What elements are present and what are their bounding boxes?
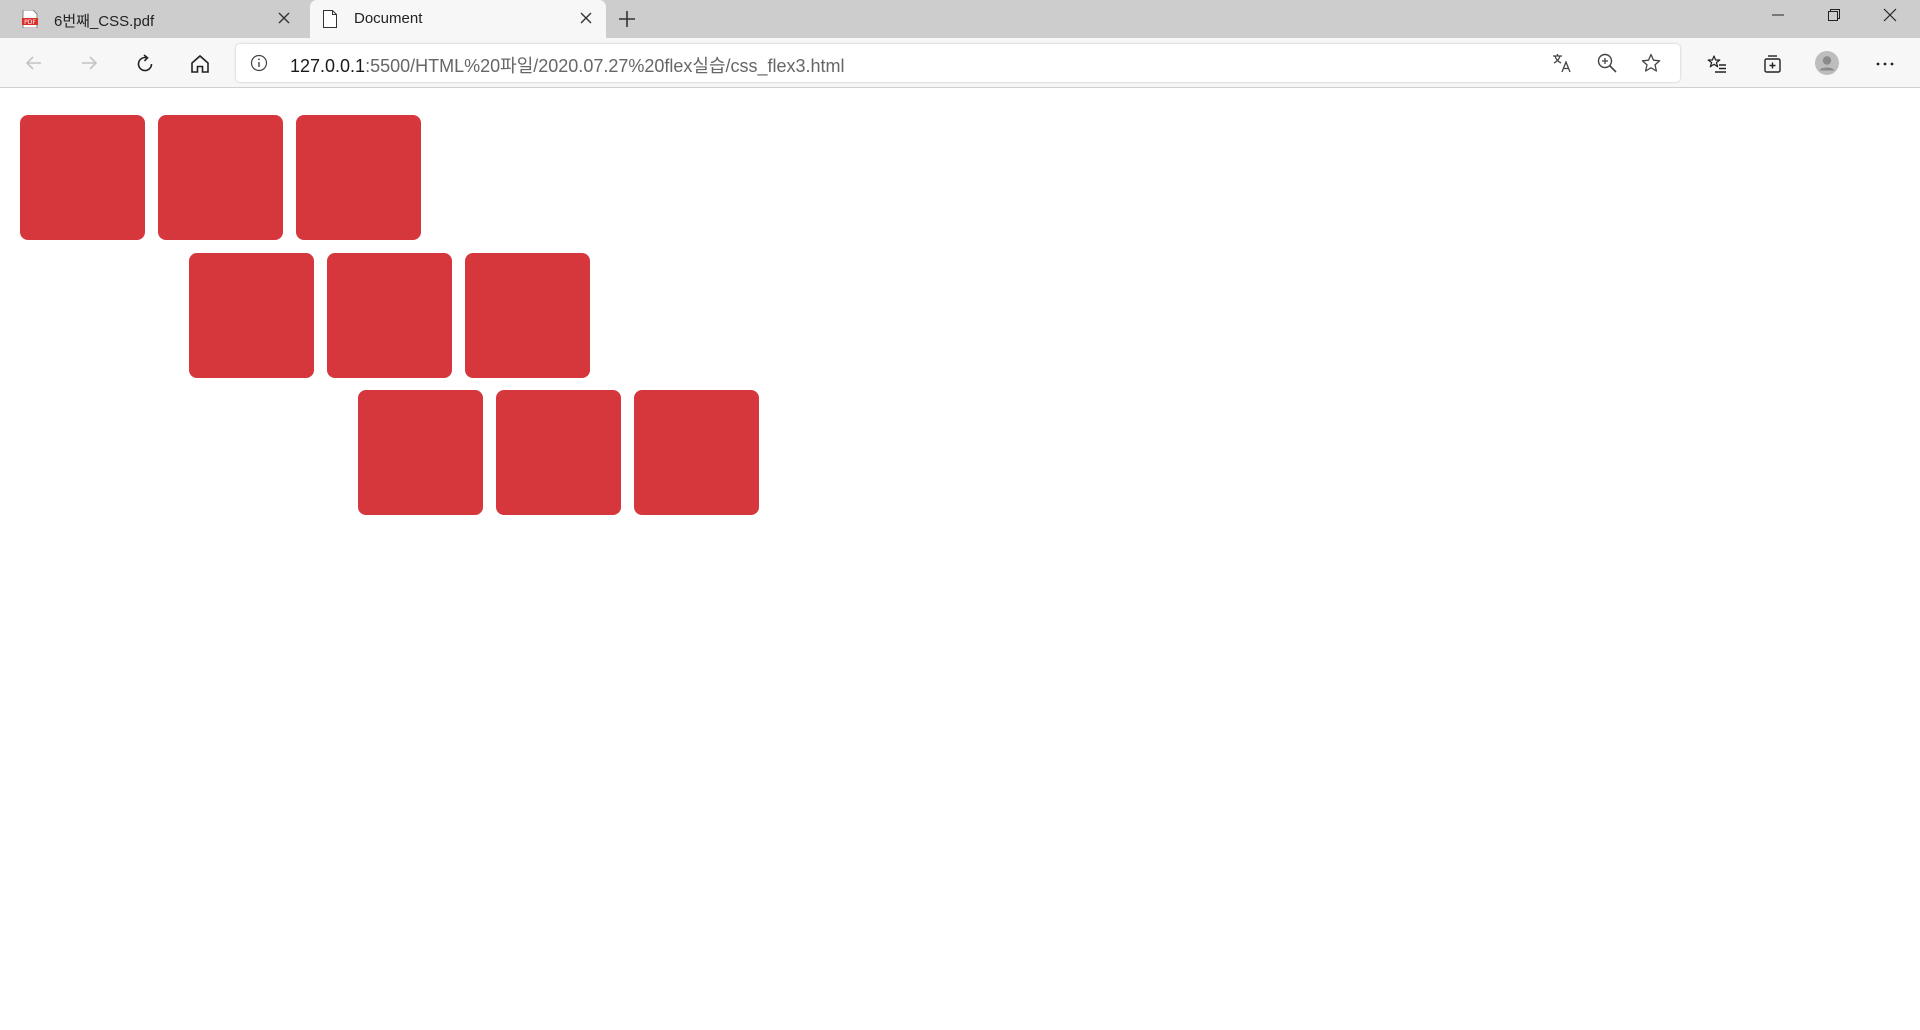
red-box [496,390,621,515]
url-text[interactable]: 127.0.0.1:5500/HTML%20파일/2020.07.27%20fl… [290,52,845,78]
minimize-button[interactable] [1750,0,1806,30]
tab-pdf[interactable]: PDF 6번째_CSS.pdf [0,0,304,38]
tab-strip: PDF 6번째_CSS.pdf Document [0,0,1920,38]
home-button[interactable] [183,47,215,79]
avatar-icon [1815,51,1839,75]
profile-button[interactable] [1811,47,1843,79]
plus-icon [619,11,635,27]
minimize-icon [1772,14,1784,16]
close-icon [1883,8,1897,22]
red-box [158,115,283,240]
red-box [296,115,421,240]
red-box [634,390,759,515]
back-arrow-icon [25,56,41,70]
collections-button[interactable] [1755,47,1787,79]
more-menu-button[interactable] [1868,47,1900,79]
red-box [327,253,452,378]
info-icon[interactable] [250,54,268,76]
tab-document[interactable]: Document [310,0,606,38]
refresh-icon [137,54,153,72]
flex-row-3 [358,390,759,515]
red-box [189,253,314,378]
red-box [20,115,145,240]
translate-icon[interactable] [1551,52,1573,74]
url-host: 127.0.0.1 [290,56,366,76]
page-content [0,89,1920,1030]
address-bar[interactable]: 127.0.0.1:5500/HTML%20파일/2020.07.27%20fl… [236,44,1680,82]
refresh-button[interactable] [128,47,160,79]
close-window-button[interactable] [1862,0,1918,30]
tab-title: Document [354,10,423,27]
restore-icon [1828,9,1840,21]
more-dots-icon [1876,62,1894,66]
zoom-icon[interactable] [1596,52,1618,74]
red-box [465,253,590,378]
navigation-bar: 127.0.0.1:5500/HTML%20파일/2020.07.27%20fl… [0,38,1920,88]
favorites-button[interactable] [1700,47,1732,79]
tab-title: 6번째_CSS.pdf [54,13,155,30]
document-icon [322,10,338,32]
close-icon[interactable] [578,10,594,26]
svg-text:PDF: PDF [24,19,36,26]
favorites-list-icon [1707,55,1726,73]
red-box [358,390,483,515]
home-icon [191,54,209,73]
flex-row-2 [189,253,590,378]
pdf-icon: PDF [22,9,38,32]
back-button[interactable] [18,47,50,79]
url-path: :5500/HTML%20파일/2020.07.27%20flex실습/css_… [365,56,845,76]
collections-icon [1764,55,1781,73]
close-icon[interactable] [276,10,292,26]
forward-arrow-icon [82,56,98,70]
restore-button[interactable] [1806,0,1862,30]
forward-button[interactable] [73,47,105,79]
flex-row-1 [20,115,421,240]
favorite-star-icon[interactable] [1640,52,1662,74]
new-tab-button[interactable] [614,6,640,32]
